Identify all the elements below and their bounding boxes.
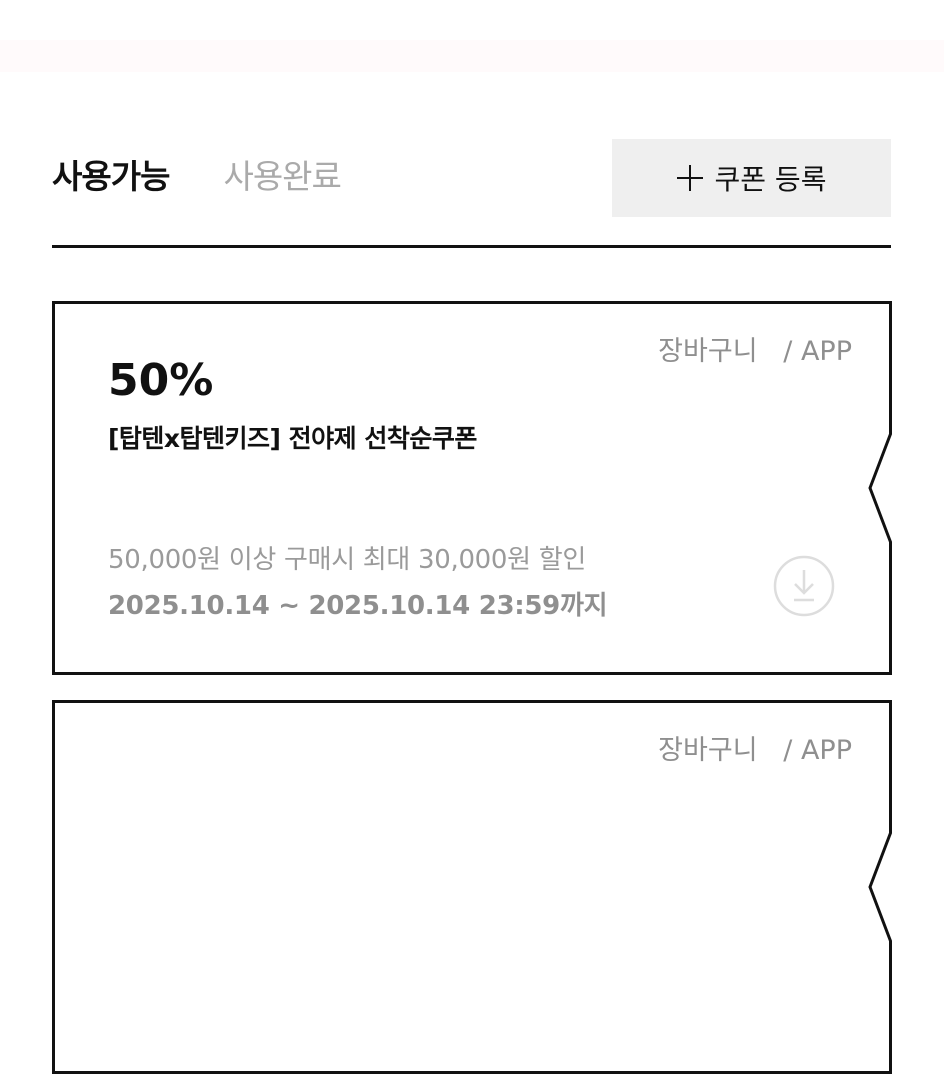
register-coupon-button[interactable]: 쿠폰 등록 bbox=[612, 139, 891, 217]
coupon-channel: 장바구니 / APP bbox=[658, 336, 852, 367]
coupon-card: 장바구니 / APP 50% [탑텐x탑텐키즈] 전야제 선착순쿠폰 50,00… bbox=[52, 301, 892, 675]
top-banner-band bbox=[0, 40, 944, 72]
register-coupon-label: 쿠폰 등록 bbox=[714, 163, 827, 196]
plus-icon bbox=[676, 165, 703, 191]
tab-used[interactable]: 사용완료 bbox=[223, 150, 341, 204]
download-icon[interactable] bbox=[772, 554, 836, 618]
tab-available[interactable]: 사용가능 bbox=[52, 150, 170, 204]
coupon-channel: 장바구니 / APP bbox=[658, 735, 852, 766]
coupon-title: [탑텐x탑텐키즈] 전야제 선착순쿠폰 bbox=[108, 424, 477, 453]
coupon-period: 2025.10.14 ~ 2025.10.14 23:59까지 bbox=[108, 591, 608, 621]
coupon-condition: 50,000원 이상 구매시 최대 30,000원 할인 bbox=[108, 545, 586, 575]
coupon-discount-rate: 50% bbox=[108, 355, 214, 406]
coupon-tabs: 사용가능 사용완료 bbox=[52, 150, 342, 204]
coupon-card: 장바구니 / APP bbox=[52, 700, 892, 1074]
tab-divider bbox=[52, 245, 891, 248]
